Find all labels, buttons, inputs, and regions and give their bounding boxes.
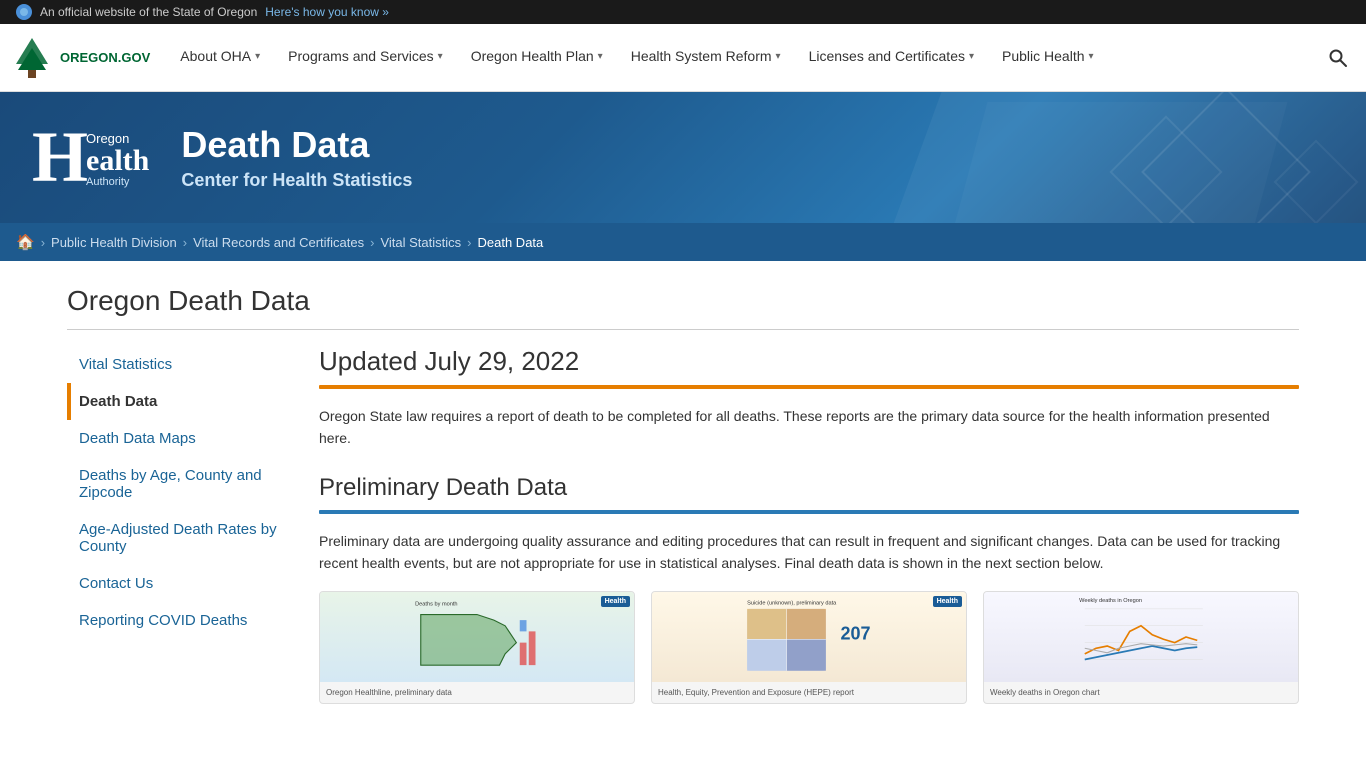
- sidebar-deaths-by-age[interactable]: Deaths by Age, County and Zipcode: [67, 457, 287, 511]
- sep: ›: [370, 235, 374, 250]
- sep: ›: [41, 235, 45, 250]
- section1-heading: Updated July 29, 2022: [319, 346, 1299, 377]
- caret-icon: ▾: [1089, 51, 1094, 62]
- nav-programs-services[interactable]: Programs and Services ▾: [274, 24, 457, 91]
- deco-diamond-2: [1109, 115, 1222, 223]
- sidebar: Vital Statistics Death Data Death Data M…: [67, 346, 287, 704]
- nav-licenses-certificates[interactable]: Licenses and Certificates ▾: [795, 24, 988, 91]
- nav-bar: OREGON.GOV About OHA ▾ Programs and Serv…: [0, 24, 1366, 92]
- caret-icon: ▾: [776, 51, 781, 62]
- section2-heading: Preliminary Death Data: [319, 474, 1299, 502]
- chart-thumb-1: Health Deaths by month: [320, 592, 634, 682]
- sidebar-death-data[interactable]: Death Data: [67, 383, 287, 420]
- preview-card-1[interactable]: Health Deaths by month Oregon Health: [319, 591, 635, 704]
- card-3-caption: Weekly deaths in Oregon chart: [984, 682, 1298, 703]
- svg-text:Weekly deaths in Oregon: Weekly deaths in Oregon: [1079, 598, 1142, 604]
- sidebar-contact-us[interactable]: Contact Us: [67, 565, 287, 602]
- nav-oregon-health-plan[interactable]: Oregon Health Plan ▾: [457, 24, 617, 91]
- card-1-caption: Oregon Healthline, preliminary data: [320, 682, 634, 703]
- top-bar-text: An official website of the State of Oreg…: [40, 5, 257, 19]
- logo-ealth: ealth: [86, 146, 149, 176]
- logo-h: H: [32, 117, 86, 197]
- caret-icon: ▾: [438, 51, 443, 62]
- search-button[interactable]: [1322, 42, 1354, 74]
- teal-divider: [319, 510, 1299, 514]
- site-logo[interactable]: OREGON.GOV: [12, 36, 150, 80]
- preview-images: Health Deaths by month Oregon Health: [319, 591, 1299, 704]
- caret-icon: ▾: [969, 51, 974, 62]
- preview-card-3[interactable]: Weekly deaths in Oregon: [983, 591, 1299, 704]
- hero-logo: H Oregon ealth Authority: [32, 127, 149, 188]
- hero-subtitle: Center for Health Statistics: [181, 170, 412, 191]
- sidebar-age-adjusted[interactable]: Age-Adjusted Death Rates by County: [67, 511, 287, 565]
- sidebar-covid-deaths[interactable]: Reporting COVID Deaths: [67, 602, 287, 639]
- card-2-caption: Health, Equity, Prevention and Exposure …: [652, 682, 966, 703]
- sidebar-vital-statistics[interactable]: Vital Statistics: [67, 346, 287, 383]
- article: Updated July 29, 2022 Oregon State law r…: [319, 346, 1299, 704]
- breadcrumb-current: Death Data: [478, 235, 544, 250]
- top-bar-link[interactable]: Here's how you know »: [265, 5, 389, 19]
- deco-diamond-1: [1141, 92, 1311, 223]
- chart-thumb-2: Health 207 Suicide (unkn: [652, 592, 966, 682]
- hero-title: Death Data: [181, 124, 412, 166]
- logo-text: OREGON.GOV: [60, 50, 150, 66]
- svg-text:207: 207: [841, 623, 871, 643]
- breadcrumb-vital-records[interactable]: Vital Records and Certificates: [193, 235, 364, 250]
- nav-public-health[interactable]: Public Health ▾: [988, 24, 1108, 91]
- page-content: Oregon Death Data Vital Statistics Death…: [43, 261, 1323, 728]
- logo-authority: Authority: [86, 176, 149, 188]
- orange-divider: [319, 385, 1299, 389]
- breadcrumb-public-health[interactable]: Public Health Division: [51, 235, 177, 250]
- top-bar: An official website of the State of Oreg…: [0, 0, 1366, 24]
- nav-items: About OHA ▾ Programs and Services ▾ Oreg…: [166, 24, 1322, 91]
- sep: ›: [183, 235, 187, 250]
- main-layout: Vital Statistics Death Data Death Data M…: [67, 346, 1299, 704]
- breadcrumb-vital-statistics[interactable]: Vital Statistics: [380, 235, 461, 250]
- svg-text:Suicide (unknown), preliminary: Suicide (unknown), preliminary data: [747, 600, 837, 606]
- sep: ›: [467, 235, 471, 250]
- page-title: Oregon Death Data: [67, 285, 1299, 330]
- nav-health-system-reform[interactable]: Health System Reform ▾: [617, 24, 795, 91]
- section1-body: Oregon State law requires a report of de…: [319, 405, 1299, 450]
- nav-about-oha[interactable]: About OHA ▾: [166, 24, 274, 91]
- chart-thumb-3: Weekly deaths in Oregon: [984, 592, 1298, 682]
- section2-body: Preliminary data are undergoing quality …: [319, 530, 1299, 575]
- hero-title-area: Death Data Center for Health Statistics: [181, 124, 412, 191]
- preview-card-2[interactable]: Health 207 Suicide (unkn: [651, 591, 967, 704]
- caret-icon: ▾: [598, 51, 603, 62]
- sidebar-death-data-maps[interactable]: Death Data Maps: [67, 420, 287, 457]
- caret-icon: ▾: [255, 51, 260, 62]
- breadcrumb: 🏠 › Public Health Division › Vital Recor…: [0, 223, 1366, 261]
- state-icon: [16, 4, 32, 20]
- svg-text:Deaths by month: Deaths by month: [415, 601, 457, 607]
- home-icon[interactable]: 🏠: [16, 233, 35, 251]
- hero-banner: H Oregon ealth Authority Death Data Cent…: [0, 92, 1366, 223]
